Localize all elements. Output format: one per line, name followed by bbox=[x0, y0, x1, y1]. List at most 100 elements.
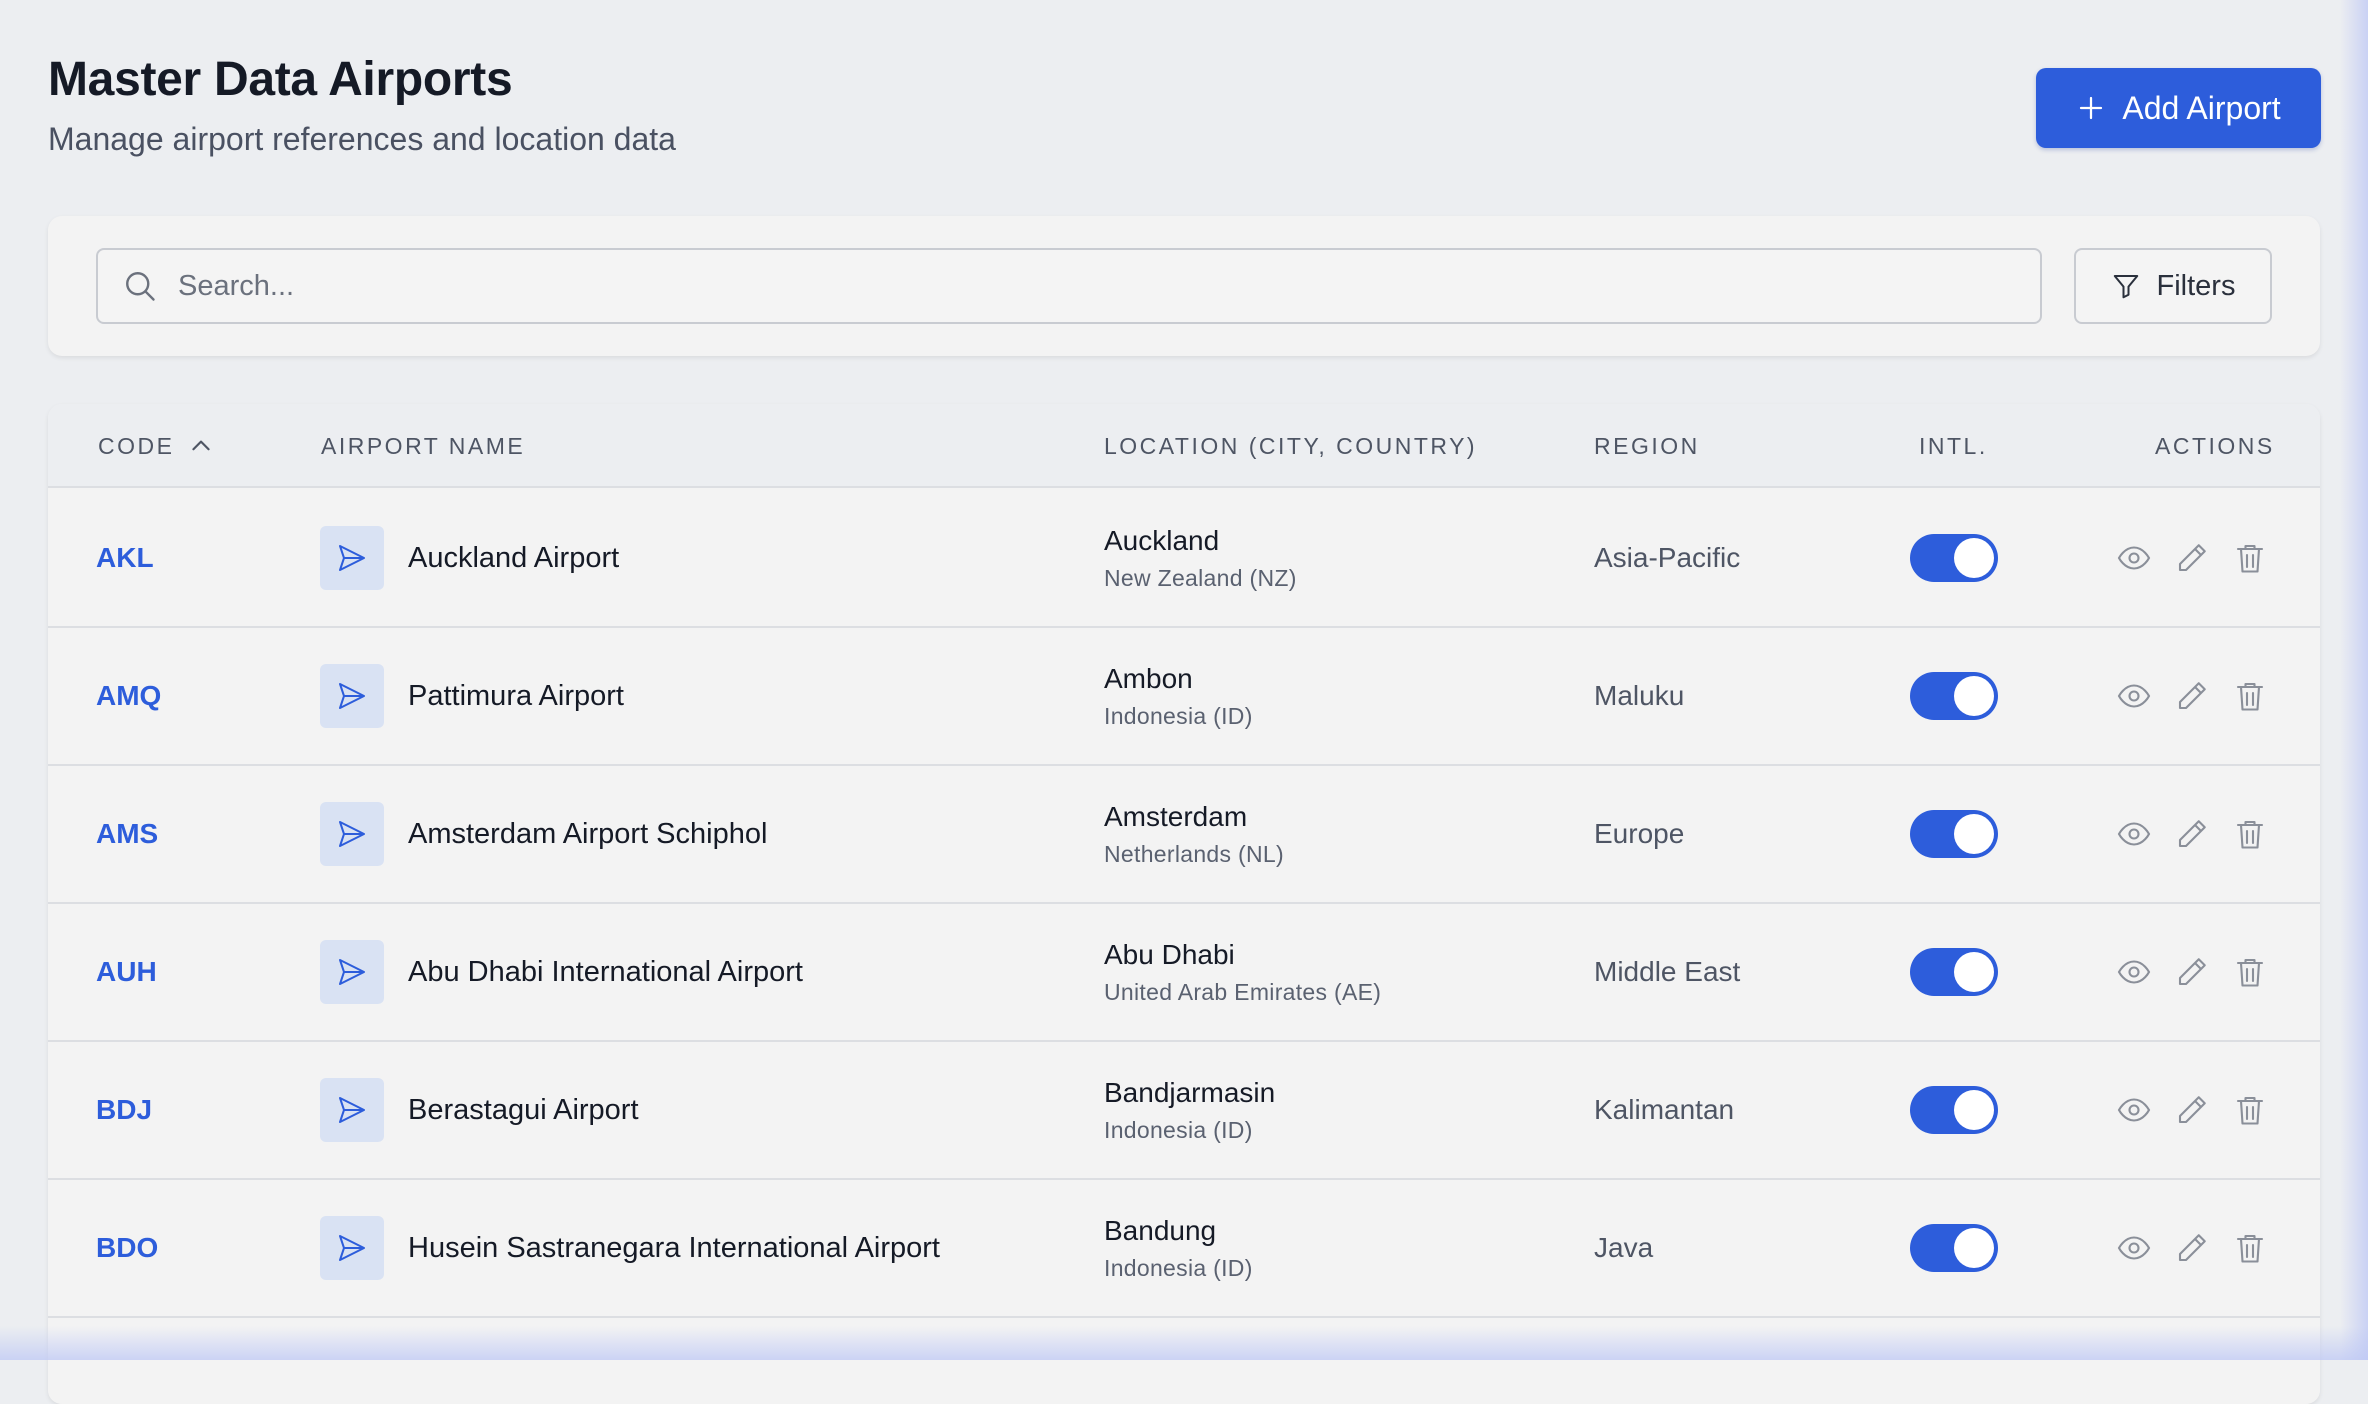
location-country: Indonesia (ID) bbox=[1104, 1116, 1253, 1143]
airport-name-cell: Auckland Airport bbox=[320, 490, 619, 626]
plane-icon bbox=[320, 1078, 384, 1142]
airport-name: Abu Dhabi International Airport bbox=[408, 955, 803, 988]
table-row: BDO Husein Sastranegara International Air… bbox=[48, 1180, 2320, 1318]
region-cell: Middle East bbox=[1594, 956, 1741, 987]
chevron-up-icon bbox=[192, 440, 211, 451]
search-icon bbox=[126, 272, 155, 301]
table-row: AMQ Pattimura Airport Ambon Indonesia (ID) M… bbox=[48, 628, 2320, 766]
column-header-region: REGION bbox=[1594, 432, 1700, 459]
intl-toggle-cell bbox=[1910, 904, 1998, 1040]
location-country: Indonesia (ID) bbox=[1104, 702, 1253, 729]
airport-code-link[interactable]: BDJ bbox=[96, 1042, 152, 1178]
location-city: Ambon bbox=[1104, 662, 1193, 694]
page-subtitle: Manage airport references and location d… bbox=[48, 121, 676, 157]
add-airport-button[interactable]: Add Airport bbox=[2036, 68, 2321, 148]
location-cell: Bandung Indonesia (ID) bbox=[1104, 1180, 1253, 1316]
airport-name-cell: Husein Sastranegara International Airpor… bbox=[320, 1180, 940, 1316]
region-cell: Java bbox=[1594, 1232, 1654, 1263]
column-header-actions: ACTIONS bbox=[2155, 432, 2275, 459]
location-cell: Ambon Indonesia (ID) bbox=[1104, 628, 1253, 764]
delete-trash-icon[interactable] bbox=[2232, 540, 2268, 576]
table-row: AMS Amsterdam Airport Schiphol Amsterdam Ne… bbox=[48, 766, 2320, 904]
view-eye-icon[interactable] bbox=[2116, 1230, 2152, 1266]
edit-pencil-icon[interactable] bbox=[2174, 540, 2210, 576]
intl-toggle[interactable] bbox=[1910, 810, 1998, 858]
region-cell: Maluku bbox=[1594, 680, 1685, 711]
location-country: United Arab Emirates (AE) bbox=[1104, 978, 1382, 1005]
edit-pencil-icon[interactable] bbox=[2174, 816, 2210, 852]
intl-toggle-cell bbox=[1910, 628, 1998, 764]
search-input[interactable]: Search... bbox=[96, 248, 2042, 324]
toggle-knob bbox=[1954, 676, 1994, 716]
airport-code-link[interactable]: BDO bbox=[96, 1180, 158, 1316]
region-cell: Asia-Pacific bbox=[1594, 542, 1741, 573]
location-city: Bandjarmasin bbox=[1104, 1076, 1276, 1108]
intl-toggle-cell bbox=[1910, 490, 1998, 626]
edit-pencil-icon[interactable] bbox=[2174, 1092, 2210, 1128]
filters-button[interactable]: Filters bbox=[2074, 248, 2272, 324]
row-actions bbox=[2116, 1042, 2268, 1178]
table-row: AKL Auckland Airport Auckland New Zealand (… bbox=[48, 490, 2320, 628]
intl-toggle[interactable] bbox=[1910, 1224, 1998, 1272]
filter-icon bbox=[2113, 275, 2138, 299]
row-actions bbox=[2116, 490, 2268, 626]
intl-toggle[interactable] bbox=[1910, 534, 1998, 582]
delete-trash-icon[interactable] bbox=[2232, 954, 2268, 990]
view-eye-icon[interactable] bbox=[2116, 954, 2152, 990]
plus-icon bbox=[2080, 96, 2103, 120]
intl-toggle[interactable] bbox=[1910, 672, 1998, 720]
delete-trash-icon[interactable] bbox=[2232, 1230, 2268, 1266]
view-eye-icon[interactable] bbox=[2116, 540, 2152, 576]
plane-icon bbox=[320, 940, 384, 1004]
column-header-location: LOCATION (CITY, COUNTRY) bbox=[1104, 432, 1478, 459]
column-code-label: CODE bbox=[98, 432, 175, 459]
airport-name-cell: Pattimura Airport bbox=[320, 628, 624, 764]
location-country: Netherlands (NL) bbox=[1104, 840, 1284, 867]
airport-code-link[interactable]: AMS bbox=[96, 766, 158, 902]
plane-icon bbox=[320, 1216, 384, 1280]
edit-pencil-icon[interactable] bbox=[2174, 1230, 2210, 1266]
location-city: Bandung bbox=[1104, 1214, 1217, 1246]
toggle-knob bbox=[1954, 952, 1994, 992]
region-cell: Europe bbox=[1594, 818, 1685, 849]
intl-toggle-cell bbox=[1910, 1180, 1998, 1316]
column-header-intl: INTL. bbox=[1919, 432, 1988, 459]
plane-icon bbox=[320, 664, 384, 728]
search-placeholder: Search... bbox=[178, 269, 295, 302]
table-header: CODE AIRPORT NAME LOCATION (CITY, COUNTR… bbox=[48, 404, 2320, 488]
row-actions bbox=[2116, 1180, 2268, 1316]
location-cell: Bandjarmasin Indonesia (ID) bbox=[1104, 1042, 1275, 1178]
toggle-knob bbox=[1954, 814, 1994, 854]
row-actions bbox=[2116, 628, 2268, 764]
airport-name-cell: Berastagui Airport bbox=[320, 1042, 639, 1178]
airport-code-link[interactable]: AMQ bbox=[96, 628, 161, 764]
row-actions bbox=[2116, 766, 2268, 902]
search-card: Search... Filters bbox=[48, 216, 2320, 356]
add-airport-label: Add Airport bbox=[2122, 89, 2281, 126]
plane-icon bbox=[320, 802, 384, 866]
delete-trash-icon[interactable] bbox=[2232, 816, 2268, 852]
delete-trash-icon[interactable] bbox=[2232, 678, 2268, 714]
airport-code-link[interactable]: AUH bbox=[96, 904, 157, 1040]
delete-trash-icon[interactable] bbox=[2232, 1092, 2268, 1128]
view-eye-icon[interactable] bbox=[2116, 678, 2152, 714]
column-header-code[interactable]: CODE bbox=[98, 404, 214, 488]
toggle-knob bbox=[1954, 1090, 1994, 1130]
intl-toggle[interactable] bbox=[1910, 948, 1998, 996]
airport-name-cell: Amsterdam Airport Schiphol bbox=[320, 766, 767, 902]
intl-toggle[interactable] bbox=[1910, 1086, 1998, 1134]
table-row: AUH Abu Dhabi International Airport Abu Dh… bbox=[48, 904, 2320, 1042]
plane-icon bbox=[320, 526, 384, 590]
view-eye-icon[interactable] bbox=[2116, 816, 2152, 852]
view-eye-icon[interactable] bbox=[2116, 1092, 2152, 1128]
location-city: Auckland bbox=[1104, 524, 1220, 556]
edit-pencil-icon[interactable] bbox=[2174, 678, 2210, 714]
airports-table: CODE AIRPORT NAME LOCATION (CITY, COUNTR… bbox=[48, 404, 2320, 1404]
table-row bbox=[48, 1318, 2320, 1404]
airport-code-link[interactable]: AKL bbox=[96, 490, 154, 626]
edit-pencil-icon[interactable] bbox=[2174, 954, 2210, 990]
airport-name-cell: Abu Dhabi International Airport bbox=[320, 904, 803, 1040]
location-cell: Amsterdam Netherlands (NL) bbox=[1104, 766, 1284, 902]
page-header: Master Data Airports Manage airport refe… bbox=[48, 52, 676, 158]
intl-toggle-cell bbox=[1910, 1042, 1998, 1178]
